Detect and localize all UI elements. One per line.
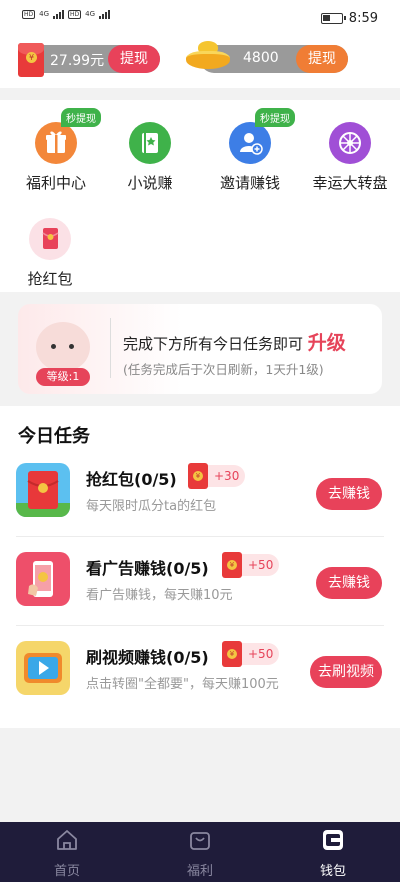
task-description: 看广告赚钱，每天赚10元 bbox=[86, 588, 233, 603]
nav-label: 钱包 bbox=[319, 864, 346, 879]
task-title: 刷视频赚钱(0/5) bbox=[86, 648, 209, 667]
level-instruction: 完成下方所有今日任务即可 bbox=[123, 335, 304, 353]
level-tag: 等级:1 bbox=[36, 368, 90, 386]
red-envelope-icon bbox=[188, 463, 208, 489]
mascot-avatar bbox=[36, 322, 90, 372]
red-envelope-icon bbox=[18, 43, 44, 77]
shortcut-label: 小说赚 bbox=[127, 174, 173, 192]
red-envelope-icon bbox=[29, 218, 71, 260]
clock: 8:59 bbox=[348, 11, 378, 26]
bag-icon bbox=[190, 832, 210, 850]
video-task-icon bbox=[16, 641, 70, 695]
shortcut-label: 抢红包 bbox=[27, 270, 73, 288]
instant-withdraw-badge: 秒提现 bbox=[61, 108, 101, 127]
shortcut-lucky-wheel[interactable]: 幸运大转盘 bbox=[300, 122, 400, 193]
nav-home[interactable]: 首页 bbox=[27, 828, 107, 879]
red-envelope-icon bbox=[222, 641, 242, 667]
go-earn-button[interactable]: 去赚钱 bbox=[316, 478, 382, 510]
shortcut-welfare-center[interactable]: 秒提现 福利中心 bbox=[6, 108, 106, 193]
shortcut-label: 幸运大转盘 bbox=[312, 174, 388, 192]
nav-label: 福利 bbox=[186, 864, 213, 879]
home-icon bbox=[57, 830, 77, 850]
level-card[interactable]: 等级:1 完成下方所有今日任务即可 升级 (任务完成后于次日刷新，1天升1级) bbox=[18, 304, 382, 394]
signal-icon bbox=[53, 9, 65, 19]
cash-balance: 27.99元 提现 bbox=[28, 45, 160, 73]
battery-icon bbox=[320, 13, 346, 24]
wheel-icon bbox=[329, 122, 371, 164]
gold-ingot-icon bbox=[186, 41, 230, 71]
bottom-nav: 首页 福利 钱包 bbox=[0, 822, 400, 882]
cash-value: 27.99元 bbox=[50, 53, 105, 69]
task-row: 抢红包(0/5) +30 每天限时瓜分ta的红包 去赚钱 bbox=[0, 448, 400, 537]
section-title: 今日任务 bbox=[18, 426, 90, 447]
level-section: 等级:1 完成下方所有今日任务即可 升级 (任务完成后于次日刷新，1天升1级) bbox=[0, 292, 400, 406]
level-main-text: 完成下方所有今日任务即可 升级 bbox=[123, 328, 346, 355]
signal-icon-2 bbox=[99, 9, 111, 19]
reward-badge: +50 bbox=[222, 552, 280, 578]
task-title: 看广告赚钱(0/5) bbox=[86, 559, 209, 578]
level-up-highlight: 升级 bbox=[307, 332, 346, 354]
network-indicators: HD 4G HD 4G bbox=[22, 9, 111, 19]
go-earn-button[interactable]: 去赚钱 bbox=[316, 567, 382, 599]
status-right: 8:59 bbox=[320, 11, 378, 26]
gift-icon bbox=[35, 122, 77, 164]
task-row: 看广告赚钱(0/5) +50 看广告赚钱，每天赚10元 去赚钱 bbox=[0, 537, 400, 626]
nav-welfare[interactable]: 福利 bbox=[160, 828, 240, 879]
hd-badge: HD bbox=[22, 9, 36, 19]
level-subtext: (任务完成后于次日刷新，1天升1级) bbox=[123, 362, 324, 377]
nav-wallet[interactable]: 钱包 bbox=[293, 828, 373, 879]
book-icon bbox=[129, 122, 171, 164]
coin-value: 4800 bbox=[243, 50, 279, 66]
shortcut-grid: 秒提现 福利中心 小说赚 秒提现 邀请赚钱 幸运大转盘 抢红包 bbox=[0, 100, 400, 292]
nav-label: 首页 bbox=[53, 864, 80, 879]
go-watch-video-button[interactable]: 去刷视频 bbox=[310, 656, 382, 688]
coin-withdraw-button[interactable]: 提现 bbox=[296, 45, 348, 73]
reward-badge: +30 bbox=[188, 463, 246, 489]
watch-ad-task-icon bbox=[16, 552, 70, 606]
instant-withdraw-badge: 秒提现 bbox=[255, 108, 295, 127]
shortcut-invite-earn[interactable]: 秒提现 邀请赚钱 bbox=[200, 108, 300, 193]
status-bar: HD 4G HD 4G 8:59 bbox=[0, 0, 400, 36]
task-title: 抢红包(0/5) bbox=[86, 470, 177, 489]
balance-bar: 27.99元 提现 4800 提现 bbox=[0, 36, 400, 88]
network-type: 4G bbox=[39, 10, 50, 18]
today-tasks: 今日任务 抢红包(0/5) +30 每天限时瓜分ta的红包 去赚钱 bbox=[0, 406, 400, 728]
task-description: 点击转圈"全都要"，每天赚100元 bbox=[86, 677, 279, 692]
hd-badge-2: HD bbox=[68, 9, 82, 19]
cash-withdraw-button[interactable]: 提现 bbox=[108, 45, 160, 73]
task-description: 每天限时瓜分ta的红包 bbox=[86, 499, 217, 514]
network-type-2: 4G bbox=[85, 10, 96, 18]
shortcut-novel-earn[interactable]: 小说赚 bbox=[100, 122, 200, 193]
wallet-icon bbox=[323, 830, 343, 850]
reward-badge: +50 bbox=[222, 641, 280, 667]
red-envelope-task-icon bbox=[16, 463, 70, 517]
red-envelope-icon bbox=[222, 552, 242, 578]
shortcut-label: 邀请赚钱 bbox=[219, 174, 280, 192]
task-row: 刷视频赚钱(0/5) +50 点击转圈"全都要"，每天赚100元 去刷视频 bbox=[0, 626, 400, 715]
shortcut-grab-red-envelope[interactable]: 抢红包 bbox=[0, 218, 100, 289]
shortcut-label: 福利中心 bbox=[25, 174, 86, 192]
invite-user-icon bbox=[229, 122, 271, 164]
divider bbox=[110, 318, 111, 378]
